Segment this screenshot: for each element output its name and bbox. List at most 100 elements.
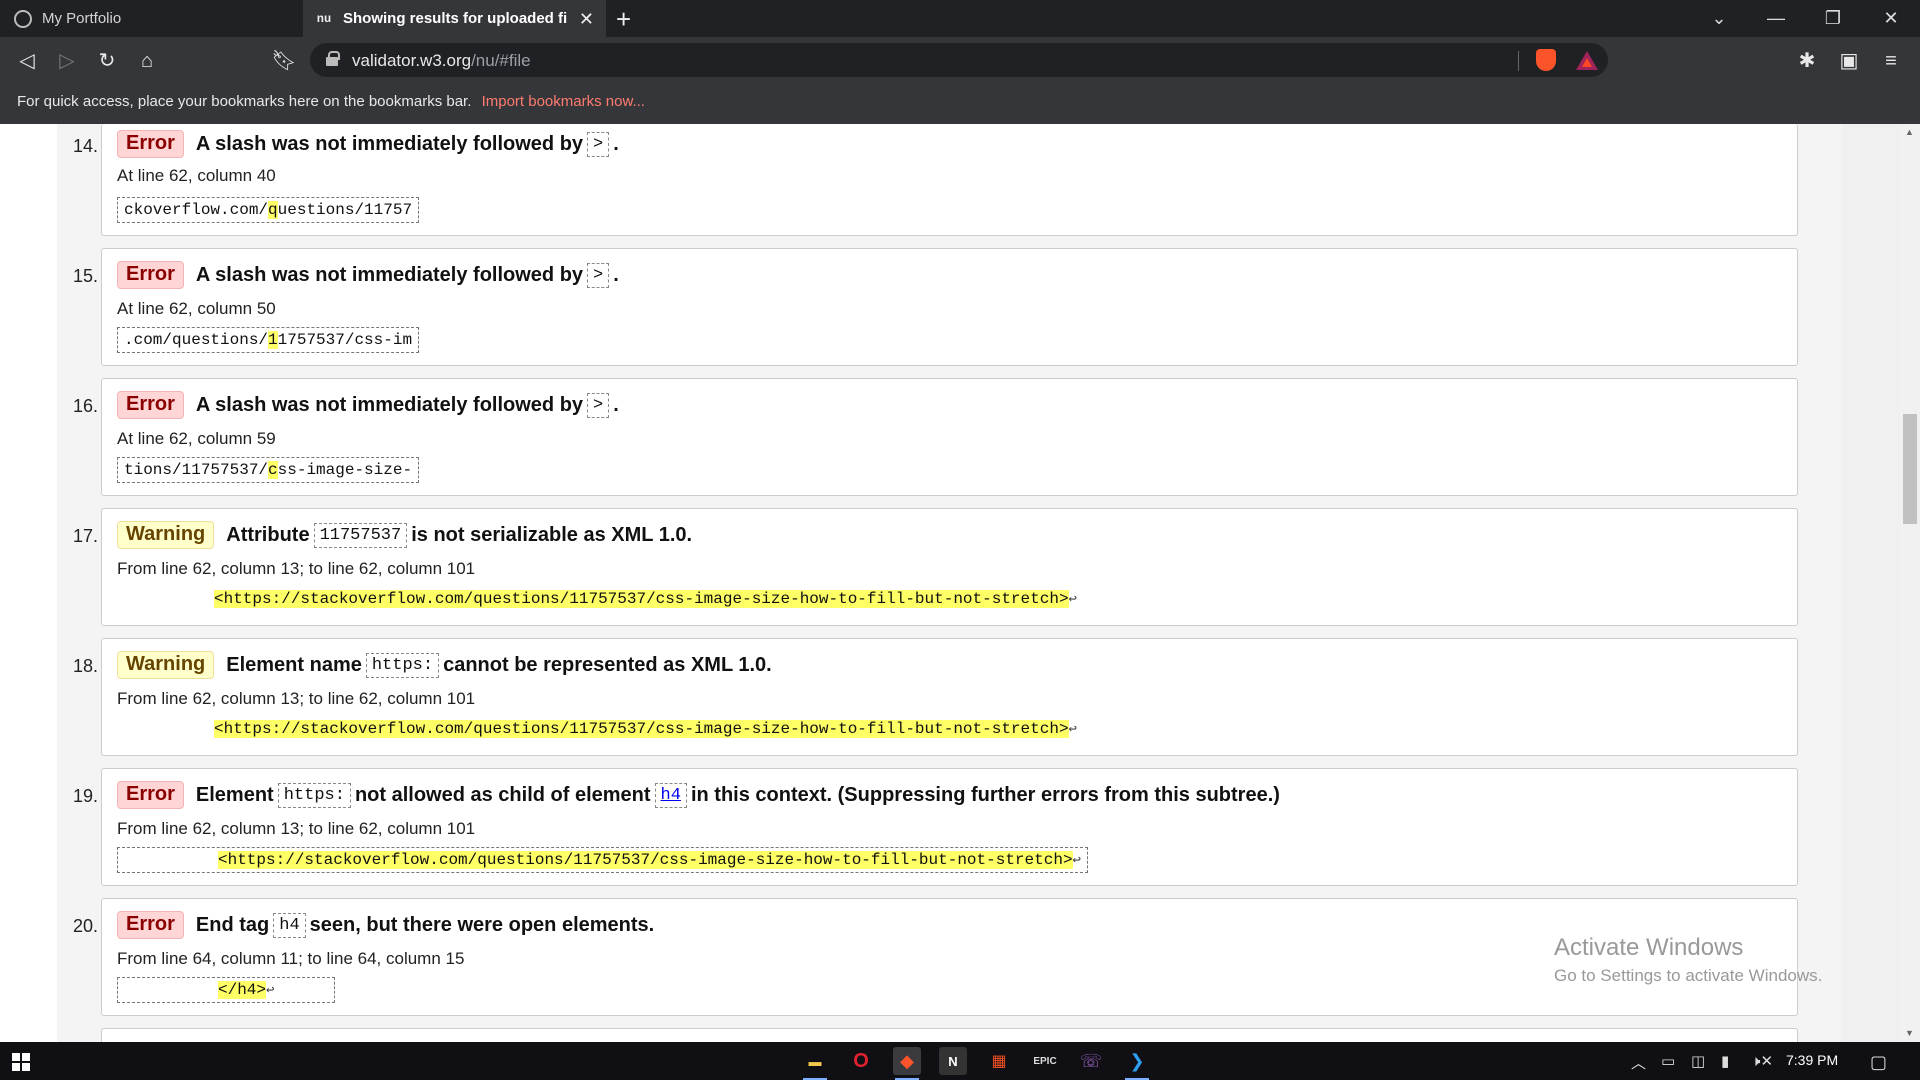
h4-element-link[interactable]: h4 [654,782,687,808]
page-scrollbar[interactable]: ▲ ▼ [1900,124,1920,1042]
notion-icon[interactable]: N [939,1047,967,1075]
message-item: Error A slash was not immediately follow… [101,248,1798,366]
show-hidden-icons-chevron-icon[interactable]: ︿ [1631,1052,1646,1073]
brave-rewards-icon[interactable] [1576,51,1598,70]
message-number: 16. [72,396,98,416]
message-number: 17. [72,526,98,546]
network-icon[interactable]: ▭ [1661,1052,1675,1070]
code-extract: <https://stackoverflow.com/questions/117… [117,847,1088,873]
code-snippet: > [587,392,610,418]
menu-icon[interactable]: ≡ [1877,47,1905,75]
brave-shields-icon[interactable] [1536,49,1556,71]
message-item: Error End tag h4 seen, but there were op… [101,898,1798,1016]
message-location: From line 62, column 13; to line 62, col… [117,689,476,708]
code-snippet: > [587,131,610,157]
reload-button[interactable]: ↻ [93,47,121,75]
message-heading: Error Element https: not allowed as chil… [117,781,1280,809]
code-snippet: https: [365,652,440,678]
message-location: At line 62, column 40 [117,166,276,185]
message-number: 20. [72,916,98,936]
error-badge: Error [117,391,184,419]
clock[interactable]: 7:39 PM [1786,1052,1838,1068]
close-tab-icon[interactable]: ✕ [579,9,594,30]
message-number: 14. [72,136,98,156]
nu-icon: nu [316,11,332,26]
address-bar[interactable]: validator.w3.org/nu/#file [310,43,1608,77]
scroll-up-arrow-icon[interactable]: ▲ [1905,127,1914,137]
restore-button[interactable]: ❐ [1804,0,1862,37]
file-explorer-icon[interactable]: ▬ [801,1047,829,1080]
volume-muted-icon[interactable]: 🕨︎✕ [1751,1052,1773,1070]
bookmark-icon[interactable]: 🔖︎ [270,47,298,75]
message-item: Error Element https: not allowed as chil… [101,768,1798,886]
message-heading: Error A slash was not immediately follow… [117,130,619,158]
back-button[interactable]: ◁ [13,47,41,75]
windows-taskbar: ▬ O ◆ N ▦ EPIC ☏ ❯ ︿ ▭ ◫ ▮ 🕨︎✕ 7:39 PM ▢ [0,1042,1920,1080]
new-tab-button[interactable]: + [616,4,631,35]
code-extract: <https://stackoverflow.com/questions/117… [214,590,1077,608]
code-snippet: > [587,262,610,288]
bookmarks-bar: For quick access, place your bookmarks h… [0,84,1920,124]
message-location: From line 62, column 13; to line 62, col… [117,559,476,578]
window-close-button[interactable]: ✕ [1862,0,1920,37]
import-bookmarks-link[interactable]: Import bookmarks now... [482,93,645,110]
message-location: From line 62, column 13; to line 62, col… [117,819,476,838]
windows-start-icon[interactable] [12,1053,30,1071]
code-snippet: https: [277,782,351,808]
error-badge: Error [117,911,184,939]
message-heading: Error A slash was not immediately follow… [117,391,619,419]
tab-title: Showing results for uploaded file [343,10,568,27]
error-badge: Error [117,261,184,289]
tab-title: My Portfolio [42,10,122,27]
page-content: 14. Error A slash was not immediately fo… [0,124,1920,1042]
tab-search-chevron-icon[interactable]: ⌄ [1690,0,1748,37]
wallet-icon[interactable]: ▣ [1835,47,1863,75]
message-number: 19. [72,786,98,806]
error-badge: Error [117,781,184,809]
code-snippet: h4 [273,912,306,938]
code-extract: </h4>↩ [117,977,336,1003]
extensions-icon[interactable]: ✱ [1793,47,1821,75]
globe-icon [14,9,32,28]
bookmarks-bar-hint: For quick access, place your bookmarks h… [17,93,472,110]
epic-games-icon[interactable]: EPIC [1031,1047,1059,1075]
code-extract: ckoverflow.com/questions/11757 [117,197,420,223]
minimize-button[interactable]: — [1747,0,1805,37]
message-heading: Warning Attribute 11757537 is not serial… [117,521,692,549]
warning-badge: Warning [117,651,215,679]
tab-my-portfolio[interactable]: My Portfolio [0,0,303,37]
message-number: 18. [72,656,98,676]
viber-icon[interactable]: ☏ [1077,1047,1105,1075]
browser-toolbar: ◁ ▷ ↻ ⌂ 🔖︎ validator.w3.org/nu/#file ✱ ▣… [0,37,1920,84]
message-heading: Error End tag h4 seen, but there were op… [117,911,654,939]
tab-strip: My Portfolio nu Showing results for uplo… [0,0,1920,37]
meet-now-icon[interactable]: ◫ [1691,1052,1705,1070]
notifications-icon[interactable]: ▢ [1870,1052,1887,1073]
message-item: Warning Element name https: cannot be re… [101,638,1798,756]
message-item [101,1028,1798,1042]
vscode-icon[interactable]: ❯ [1123,1047,1151,1080]
windows-activation-watermark: Activate Windows Go to Settings to activ… [1554,934,1823,985]
home-button[interactable]: ⌂ [133,47,161,75]
lock-icon [326,51,340,66]
message-heading: Warning Element name https: cannot be re… [117,651,772,679]
code-extract: .com/questions/11757537/css-im [117,327,420,353]
message-location: At line 62, column 50 [117,299,276,318]
separator [1518,51,1519,71]
url-text[interactable]: validator.w3.org/nu/#file [352,51,531,71]
error-badge: Error [117,130,184,158]
opera-icon[interactable]: O [847,1047,875,1075]
brave-browser-icon[interactable]: ◆ [893,1047,921,1080]
code-extract: tions/11757537/css-image-size- [117,457,420,483]
microsoft-store-icon[interactable]: ▦ [985,1047,1013,1075]
tab-validator-results[interactable]: nu Showing results for uploaded file ✕ [303,0,606,37]
scrollbar-thumb[interactable] [1903,414,1917,524]
message-item: Error A slash was not immediately follow… [101,378,1798,496]
forward-button[interactable]: ▷ [53,47,81,75]
battery-icon[interactable]: ▮ [1721,1052,1729,1070]
message-item: Warning Attribute 11757537 is not serial… [101,508,1798,626]
warning-badge: Warning [117,521,215,549]
code-extract: <https://stackoverflow.com/questions/117… [214,720,1077,738]
message-location: From line 64, column 11; to line 64, col… [117,949,465,968]
scroll-down-arrow-icon[interactable]: ▼ [1905,1028,1914,1038]
